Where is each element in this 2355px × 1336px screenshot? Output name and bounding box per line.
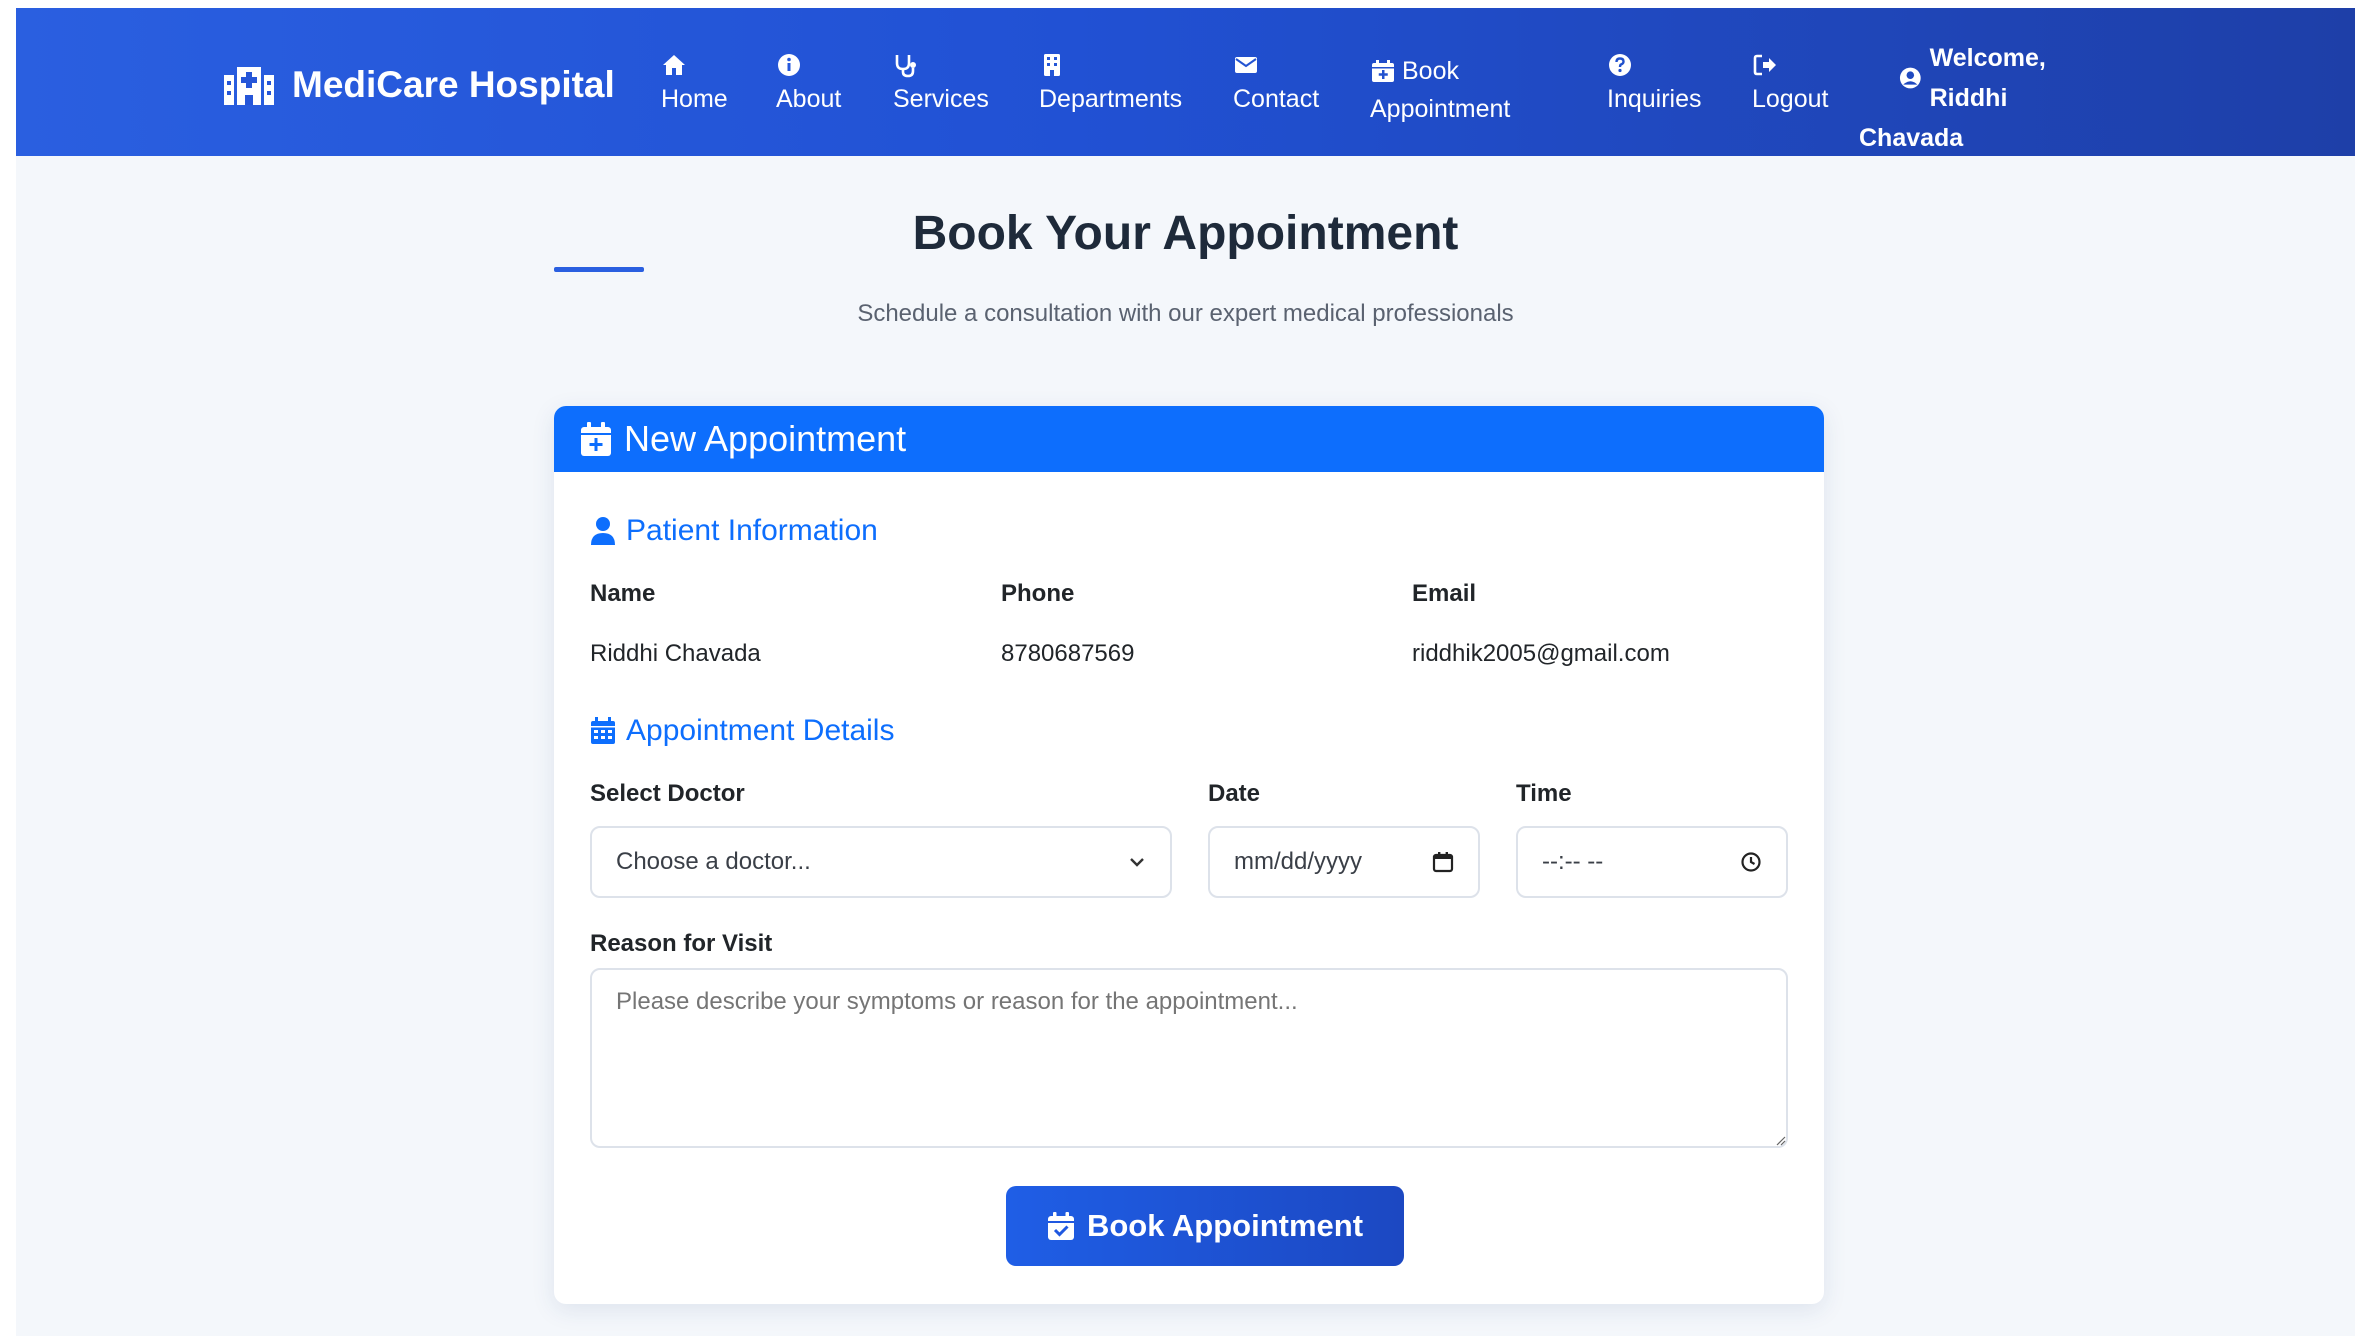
question-circle-icon [1609,54,1631,76]
nav-departments-label: Departments [1039,85,1183,113]
user-circle-icon [1899,67,1921,89]
date-input[interactable]: mm/dd/yyyy [1208,826,1480,898]
calendar-plus-icon [581,422,611,456]
welcome-line1: Welcome, Riddhi [1929,44,2046,112]
welcome-line2: Chavada [1859,124,1964,152]
date-label: Date [1208,780,1261,807]
time-label: Time [1516,780,1572,807]
nav-logout-label: Logout [1752,85,1829,113]
navbar: MediCare Hospital Home About Services De… [16,8,2355,156]
nav-inquiries-label: Inquiries [1607,85,1702,113]
book-appointment-button-label: Book Appointment [1086,1208,1364,1243]
nav-services-label: Services [893,85,989,113]
patient-info-title: Patient Information [590,514,878,548]
title-underline [554,267,644,272]
envelope-icon [1235,57,1257,73]
date-input-value: mm/dd/yyyy [1234,848,1363,875]
appointment-details-title-text: Appointment Details [626,714,895,747]
book-appointment-button[interactable]: Book Appointment [1006,1186,1404,1266]
nav-book-label-line1: Book [1402,57,1459,85]
phone-value: 8780687569 [1001,640,1135,667]
nav-contact-label: Contact [1233,85,1320,113]
nav-logout[interactable]: Logout [1752,52,1828,118]
brand-name: MediCare Hospital [292,64,615,105]
calendar-picker-icon[interactable] [1432,851,1454,873]
hospital-icon [224,67,274,105]
nav-about-label: About [776,85,842,113]
nav-home[interactable]: Home [661,52,728,118]
nav-services[interactable]: Services [893,52,989,118]
time-input[interactable]: --:-- -- [1516,826,1788,898]
calendar-plus-icon [1372,60,1394,82]
doctor-select-value: Choose a doctor... [616,848,811,875]
chevron-down-icon [1130,858,1144,867]
name-value: Riddhi Chavada [590,640,761,667]
building-icon [1044,54,1060,76]
card-header: New Appointment [554,406,1824,472]
appointment-card: New Appointment Patient Information Name… [554,406,1824,1304]
page-subtitle: Schedule a consultation with our expert … [857,300,1514,327]
appointment-details-title: Appointment Details [590,714,894,748]
nav-home-label: Home [661,85,728,113]
calendar-check-icon [1047,1212,1074,1240]
info-icon [778,54,800,76]
nav-about[interactable]: About [776,52,841,118]
card-header-title: New Appointment [624,418,907,459]
home-icon [663,55,685,75]
resize-grip-icon[interactable] [1776,1136,1786,1146]
nav-book-label-line2: Appointment [1370,95,1511,123]
nav-departments[interactable]: Departments [1039,52,1182,118]
email-label: Email [1412,580,1477,607]
nav-inquiries[interactable]: Inquiries [1607,52,1702,118]
time-input-value: --:-- -- [1542,848,1604,875]
welcome-user: Welcome, Riddhi Chavada [1859,38,2119,158]
doctor-select[interactable]: Choose a doctor... [590,826,1172,898]
nav-contact[interactable]: Contact [1233,52,1319,118]
brand-logo[interactable]: MediCare Hospital [224,60,615,110]
stethoscope-icon [895,55,916,78]
doctor-label: Select Doctor [590,780,745,807]
name-label: Name [590,580,656,607]
calendar-icon [591,717,615,744]
clock-icon[interactable] [1740,851,1762,873]
patient-info-title-text: Patient Information [626,514,878,547]
reason-label: Reason for Visit [590,930,773,957]
page-root: MediCare Hospital Home About Services De… [16,8,2355,1336]
sign-out-icon [1753,54,1776,76]
user-icon [591,517,615,545]
email-value: riddhik2005@gmail.com [1412,640,1670,667]
nav-book-appointment[interactable]: Book Appointment [1370,52,1510,128]
reason-textarea[interactable] [590,968,1788,1148]
phone-label: Phone [1001,580,1075,607]
page-title: Book Your Appointment [912,207,1459,260]
